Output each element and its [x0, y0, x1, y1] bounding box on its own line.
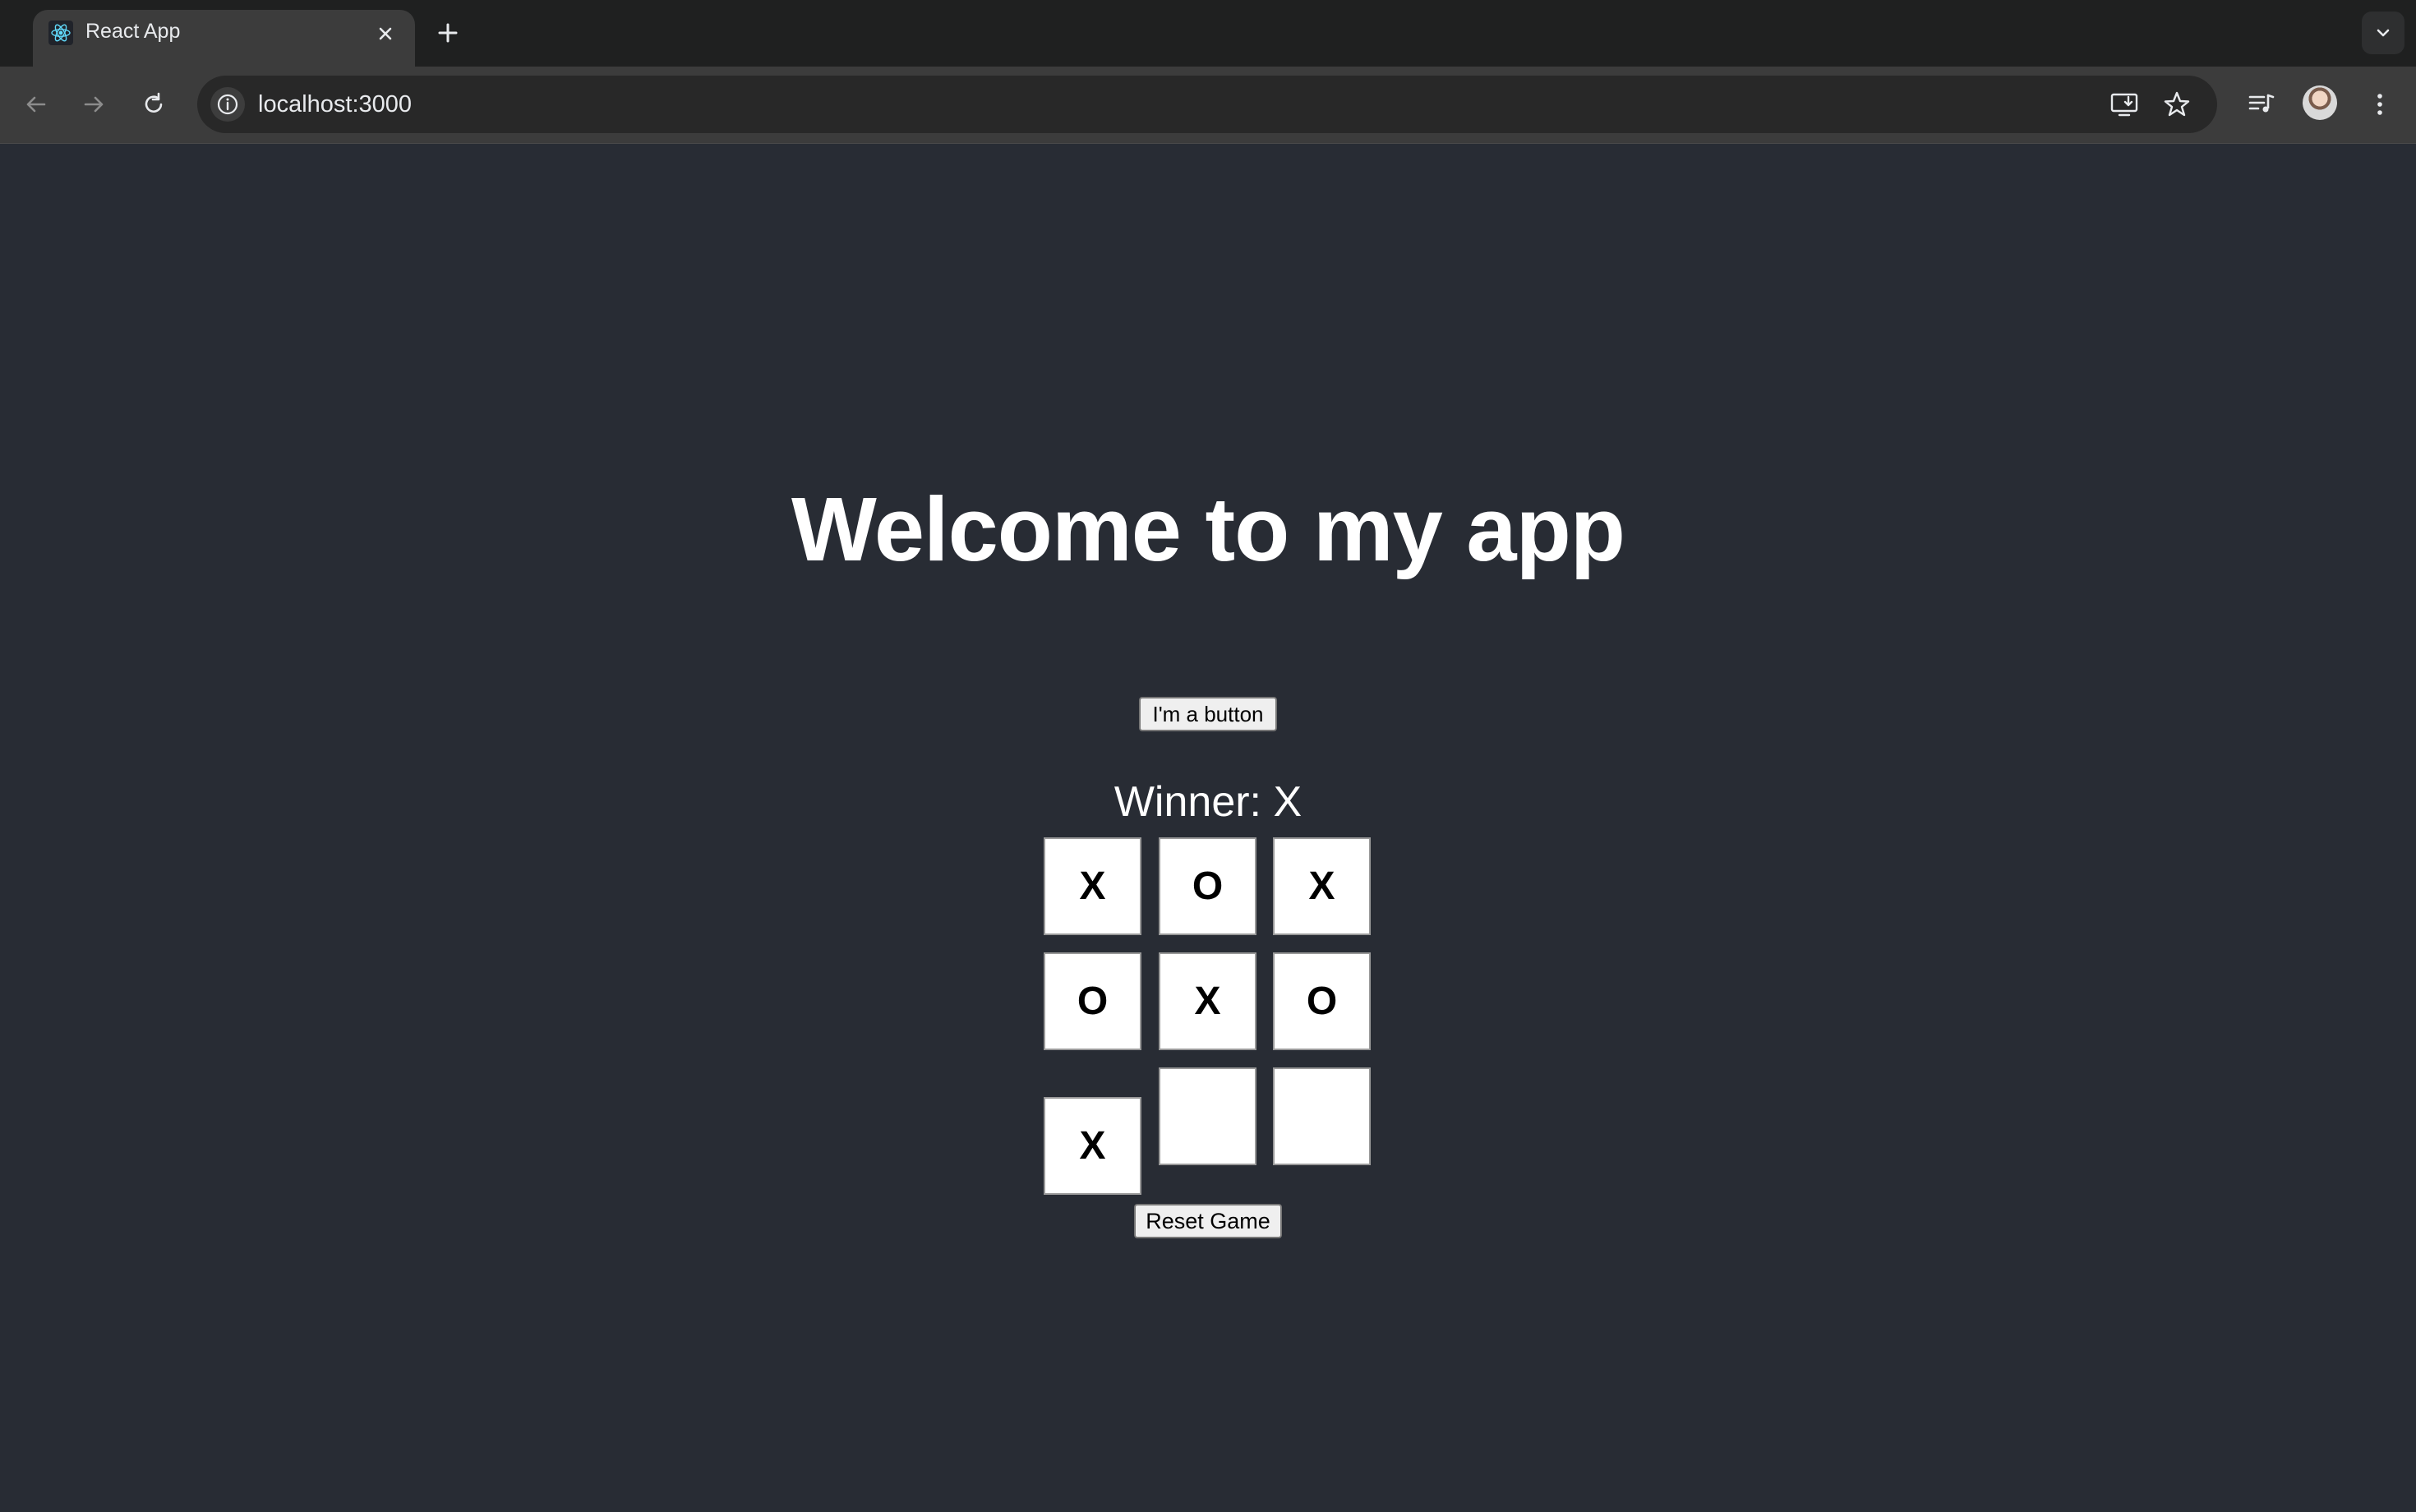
arrow-right-icon[interactable]	[74, 85, 113, 124]
arrow-left-icon[interactable]	[16, 85, 56, 124]
install-app-icon[interactable]	[2108, 88, 2141, 121]
board-square[interactable]: O	[1273, 952, 1371, 1050]
tab-title: React App	[85, 20, 181, 43]
info-icon[interactable]	[210, 87, 245, 122]
browser-tab-strip: React App	[0, 0, 2416, 67]
url-text: localhost:3000	[258, 91, 413, 118]
reset-game-button[interactable]: Reset Game	[1134, 1204, 1282, 1238]
board-square[interactable]	[1159, 1067, 1256, 1165]
reload-icon[interactable]	[134, 85, 173, 124]
board-square[interactable]: X	[1044, 1097, 1141, 1195]
board-square[interactable]: O	[1159, 837, 1256, 935]
board-square[interactable]: X	[1044, 837, 1141, 935]
star-icon[interactable]	[2160, 88, 2193, 121]
address-bar[interactable]: localhost:3000	[197, 76, 2217, 133]
media-controls-icon[interactable]	[2242, 85, 2281, 124]
page-title: Welcome to my app	[791, 479, 1625, 580]
browser-tab[interactable]: React App	[33, 10, 415, 67]
game-status: Winner: X	[1113, 778, 1303, 826]
board-square[interactable]	[1273, 1067, 1371, 1165]
browser-toolbar: localhost:3000	[0, 67, 2416, 144]
kebab-menu-icon[interactable]	[2360, 85, 2400, 124]
primary-button[interactable]: I'm a button	[1139, 697, 1277, 731]
board-square[interactable]: O	[1044, 952, 1141, 1050]
plus-icon[interactable]	[431, 16, 464, 49]
close-icon[interactable]	[371, 20, 399, 48]
board-square[interactable]: X	[1273, 837, 1371, 935]
profile-avatar[interactable]	[2303, 85, 2337, 120]
chevron-down-icon[interactable]	[2362, 12, 2404, 54]
board-square[interactable]: X	[1159, 952, 1256, 1050]
react-logo-icon	[46, 18, 76, 48]
